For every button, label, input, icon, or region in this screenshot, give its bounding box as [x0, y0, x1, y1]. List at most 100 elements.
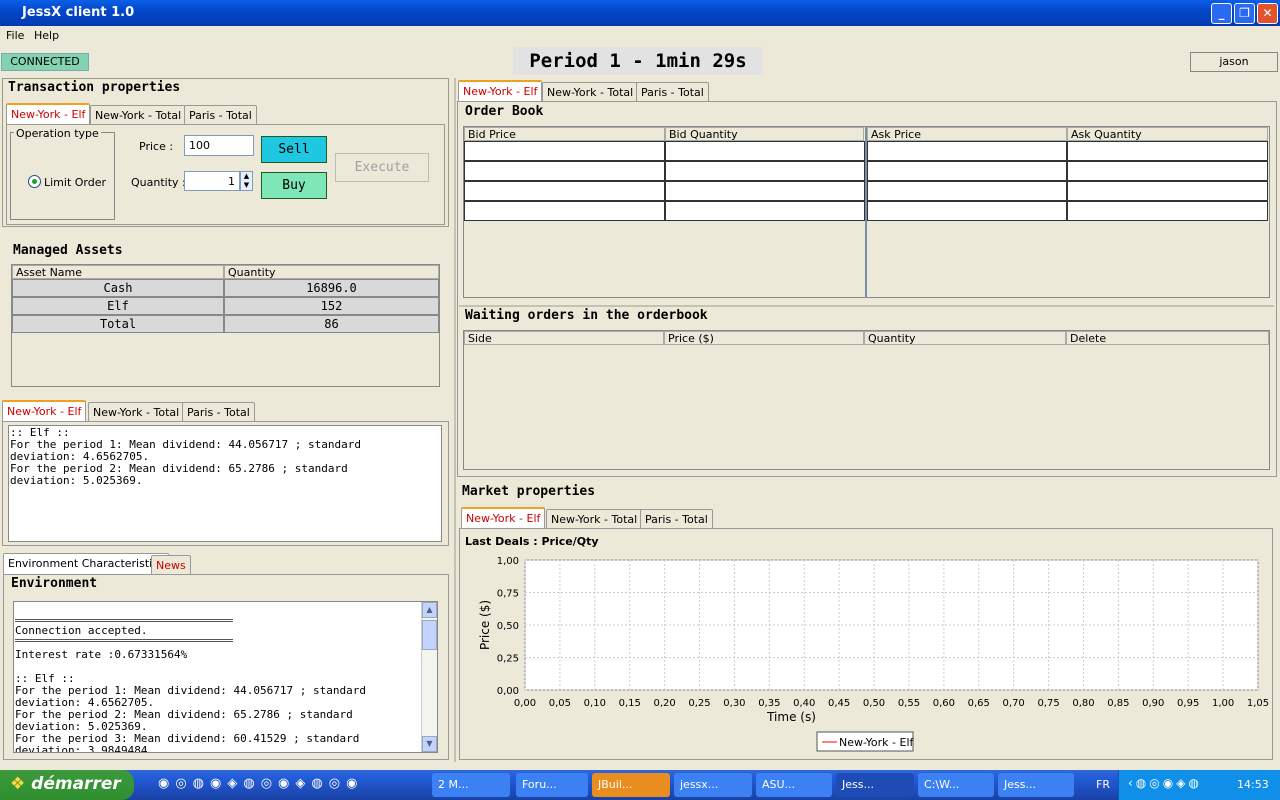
- scroll-thumb[interactable]: [422, 620, 437, 650]
- limit-order-radio[interactable]: [28, 175, 41, 188]
- tray-icons[interactable]: ‹◍◎◉◈◍: [1128, 776, 1202, 790]
- market-properties-title: Market properties: [462, 484, 596, 499]
- orderbook-cell[interactable]: [867, 181, 1067, 201]
- close-button[interactable]: ✕: [1257, 3, 1278, 24]
- quicklaunch-icons[interactable]: ◉◎◍◉◈◍◎◉◈◍◎◉: [158, 776, 363, 791]
- waiting-orders-title: Waiting orders in the orderbook: [465, 308, 708, 323]
- execute-button[interactable]: Execute: [335, 153, 429, 182]
- asset-quantity-cell[interactable]: 86: [224, 315, 439, 333]
- x-tick-label: 0,60: [933, 698, 955, 709]
- orderbook-cell[interactable]: [1067, 141, 1268, 161]
- asset-quantity-cell[interactable]: 16896.0: [224, 279, 439, 297]
- quantity-input[interactable]: 1: [184, 171, 240, 191]
- orderbook-cell[interactable]: [464, 201, 665, 221]
- taskbar-item[interactable]: Jess...: [836, 773, 914, 797]
- taskbar-item[interactable]: Foru...: [516, 773, 588, 797]
- orderbook-cell[interactable]: [665, 161, 865, 181]
- orderbook-cell[interactable]: [867, 161, 1067, 181]
- asset-quantity-cell[interactable]: 152: [224, 297, 439, 315]
- log-interest-rate: Interest rate :0.67331564%: [15, 648, 188, 661]
- scroll-up-icon[interactable]: ▲: [422, 602, 437, 618]
- y-axis-label: Price ($): [478, 600, 492, 650]
- tab-transaction-paristotal[interactable]: Paris - Total: [184, 105, 257, 125]
- log-separator: [15, 619, 233, 622]
- ask-price-header: Ask Price: [867, 127, 1067, 141]
- y-tick-label: 0,50: [497, 621, 519, 632]
- tab-environment[interactable]: Environment Characteristics: [3, 553, 169, 575]
- split-divider[interactable]: [454, 78, 456, 762]
- x-tick-label: 0,50: [863, 698, 885, 709]
- tab-info-nytotal[interactable]: New-York - Total: [88, 402, 185, 422]
- asset-name-cell[interactable]: Cash: [12, 279, 224, 297]
- tab-transaction-nytotal[interactable]: New-York - Total: [90, 105, 187, 125]
- tab-info-paristotal[interactable]: Paris - Total: [182, 402, 255, 422]
- x-tick-label: 0,40: [793, 698, 815, 709]
- quantity-spinner[interactable]: ▲ ▼: [240, 171, 253, 191]
- orderbook-cell[interactable]: [464, 161, 665, 181]
- orderbook-cell[interactable]: [1067, 201, 1268, 221]
- delete-header: Delete: [1066, 331, 1269, 345]
- log-connection: Connection accepted.: [15, 624, 148, 637]
- environment-title: Environment: [11, 576, 98, 591]
- environment-scrollbar[interactable]: ▲ ▼: [421, 602, 437, 752]
- x-tick-label: 1,00: [1212, 698, 1234, 709]
- y-tick-label: 0,25: [497, 654, 519, 665]
- orderbook-cell[interactable]: [1067, 181, 1268, 201]
- maximize-button[interactable]: ❐: [1234, 3, 1255, 24]
- window-titlebar: JessX client 1.0: [0, 0, 1280, 26]
- tab-market-nyelf[interactable]: New-York - Elf: [461, 507, 546, 529]
- orderbook-cell[interactable]: [464, 181, 665, 201]
- orderbook-cell[interactable]: [867, 141, 1067, 161]
- taskbar-item[interactable]: Jess...: [998, 773, 1074, 797]
- x-tick-label: 0,55: [898, 698, 920, 709]
- tab-market-nytotal[interactable]: New-York - Total: [546, 509, 643, 529]
- limit-order-label: Limit Order: [44, 176, 107, 189]
- operation-type-label: Operation type: [14, 127, 101, 140]
- sell-button[interactable]: Sell: [261, 136, 327, 163]
- asset-name-cell[interactable]: Elf: [12, 297, 224, 315]
- taskbar-item[interactable]: 2 M...: [432, 773, 510, 797]
- price-input[interactable]: 100: [184, 135, 254, 156]
- bid-price-header: Bid Price: [464, 127, 665, 141]
- orderbook-cell[interactable]: [665, 181, 865, 201]
- split-divider[interactable]: [459, 305, 1274, 307]
- orderbook-cell[interactable]: [665, 141, 865, 161]
- taskbar-item[interactable]: JBuil...: [592, 773, 670, 797]
- x-tick-label: 0,45: [828, 698, 850, 709]
- tab-transaction-nyelf[interactable]: New-York - Elf: [6, 103, 91, 125]
- assets-title: Managed Assets: [13, 243, 123, 258]
- menu-file[interactable]: File: [6, 29, 24, 42]
- bid-quantity-header: Bid Quantity: [665, 127, 864, 141]
- minimize-button[interactable]: _: [1211, 3, 1232, 24]
- orderbook-cell[interactable]: [1067, 161, 1268, 181]
- tab-orderbook-nytotal[interactable]: New-York - Total: [542, 82, 639, 102]
- asset-name-cell[interactable]: Total: [12, 315, 224, 333]
- tab-news[interactable]: News: [151, 555, 191, 575]
- windows-logo-icon: ❖: [10, 774, 26, 794]
- x-tick-label: 0,25: [688, 698, 710, 709]
- x-tick-label: 0,75: [1037, 698, 1059, 709]
- taskbar-item[interactable]: jessx...: [674, 773, 752, 797]
- tab-orderbook-paristotal[interactable]: Paris - Total: [636, 82, 709, 102]
- taskbar-item[interactable]: C:\W...: [918, 773, 994, 797]
- taskbar-item[interactable]: ASU...: [756, 773, 832, 797]
- price-label: Price :: [139, 140, 174, 153]
- y-tick-label: 1,00: [497, 556, 519, 567]
- tab-orderbook-nyelf[interactable]: New-York - Elf: [458, 80, 543, 102]
- orderbook-cell[interactable]: [665, 201, 865, 221]
- scroll-down-icon[interactable]: ▼: [422, 736, 437, 752]
- start-label: démarrer: [31, 774, 121, 794]
- tab-info-nyelf[interactable]: New-York - Elf: [2, 400, 87, 422]
- y-tick-label: 0,00: [497, 686, 519, 697]
- x-tick-label: 0,15: [619, 698, 641, 709]
- buy-button[interactable]: Buy: [261, 172, 327, 199]
- menu-help[interactable]: Help: [34, 29, 59, 42]
- language-indicator[interactable]: FR: [1096, 778, 1110, 791]
- log-details: :: Elf :: For the period 1: Mean dividen…: [15, 672, 366, 753]
- orderbook-cell[interactable]: [464, 141, 665, 161]
- tab-market-paristotal[interactable]: Paris - Total: [640, 509, 713, 529]
- ask-quantity-header: Ask Quantity: [1067, 127, 1268, 141]
- x-tick-label: 0,20: [653, 698, 675, 709]
- start-button[interactable]: ❖ démarrer: [0, 770, 134, 800]
- orderbook-cell[interactable]: [867, 201, 1067, 221]
